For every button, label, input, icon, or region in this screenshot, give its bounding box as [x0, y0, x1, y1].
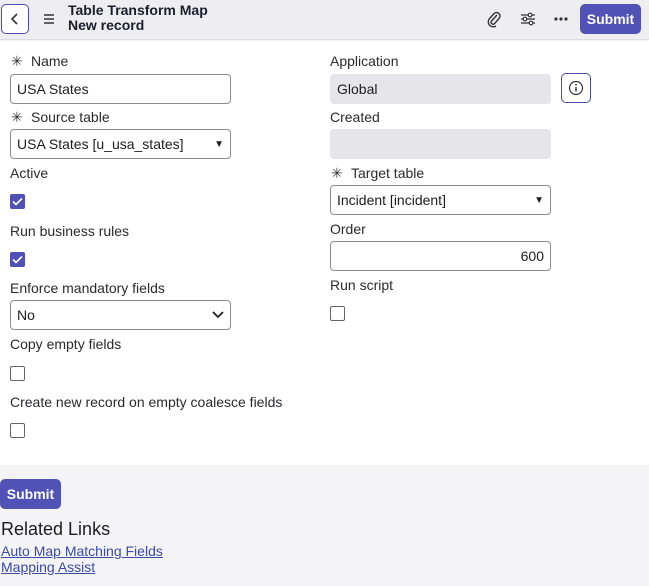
more-icon[interactable] — [550, 8, 572, 30]
create-new-record-label: Create new record on empty coalesce fiel… — [10, 394, 283, 410]
copy-empty-label: Copy empty fields — [10, 336, 122, 352]
created-field — [330, 129, 551, 159]
run-script-label: Run script — [330, 277, 394, 293]
info-icon — [568, 80, 584, 96]
created-label: Created — [330, 109, 380, 125]
order-input[interactable]: 600 — [330, 241, 551, 271]
required-marker: ✳ — [11, 109, 23, 125]
run-business-rules-checkbox[interactable] — [10, 252, 25, 267]
chevron-down-icon — [212, 311, 224, 319]
application-field: Global — [330, 74, 551, 104]
target-table-select[interactable]: Incident [incident] ▼ — [330, 185, 551, 215]
back-button[interactable] — [1, 4, 29, 34]
form-header: Table Transform Map New record Submit — [0, 0, 649, 40]
form-subtitle: New record — [68, 17, 145, 33]
menu-icon[interactable] — [41, 11, 57, 27]
create-new-record-checkbox[interactable] — [10, 423, 25, 438]
source-table-select[interactable]: USA States [u_usa_states] ▼ — [10, 129, 231, 159]
checkmark-icon — [12, 255, 23, 264]
form-title: Table Transform Map — [68, 2, 208, 18]
required-marker: ✳ — [11, 53, 23, 69]
attachment-icon[interactable] — [483, 8, 505, 30]
submit-button-bottom[interactable]: Submit — [0, 479, 61, 509]
info-button[interactable] — [561, 73, 591, 103]
checkmark-icon — [12, 197, 23, 206]
name-label: Name — [31, 53, 69, 69]
order-value: 600 — [520, 248, 544, 264]
source-table-value: USA States [u_usa_states] — [17, 136, 184, 152]
caret-down-icon: ▼ — [214, 138, 224, 150]
copy-empty-checkbox[interactable] — [10, 366, 25, 381]
back-icon — [10, 13, 18, 25]
mapping-assist-link[interactable]: Mapping Assist — [1, 559, 95, 575]
run-script-checkbox[interactable] — [330, 306, 345, 321]
order-label: Order — [330, 221, 366, 237]
enforce-mandatory-label: Enforce mandatory fields — [10, 280, 165, 296]
auto-map-link[interactable]: Auto Map Matching Fields — [1, 543, 163, 559]
submit-button-top[interactable]: Submit — [580, 4, 641, 34]
page-title: Table Transform Map New record — [68, 3, 208, 33]
name-input[interactable]: USA States — [10, 74, 231, 104]
target-table-value: Incident [incident] — [337, 192, 446, 208]
source-table-label: Source table — [31, 109, 110, 125]
required-marker: ✳ — [331, 165, 343, 181]
application-value: Global — [337, 81, 378, 97]
application-label: Application — [330, 53, 399, 69]
settings-sliders-icon[interactable] — [517, 8, 539, 30]
active-checkbox[interactable] — [10, 194, 25, 209]
enforce-mandatory-select[interactable]: No — [10, 300, 231, 330]
caret-down-icon: ▼ — [534, 194, 544, 206]
related-links-title: Related Links — [1, 519, 111, 539]
active-label: Active — [10, 165, 49, 181]
form-panel: ✳ Name USA States ✳ Source table USA Sta… — [0, 41, 649, 465]
run-business-rules-label: Run business rules — [10, 223, 130, 239]
target-table-label: Target table — [351, 165, 425, 181]
enforce-mandatory-value: No — [17, 307, 35, 323]
name-input-value: USA States — [17, 81, 89, 97]
